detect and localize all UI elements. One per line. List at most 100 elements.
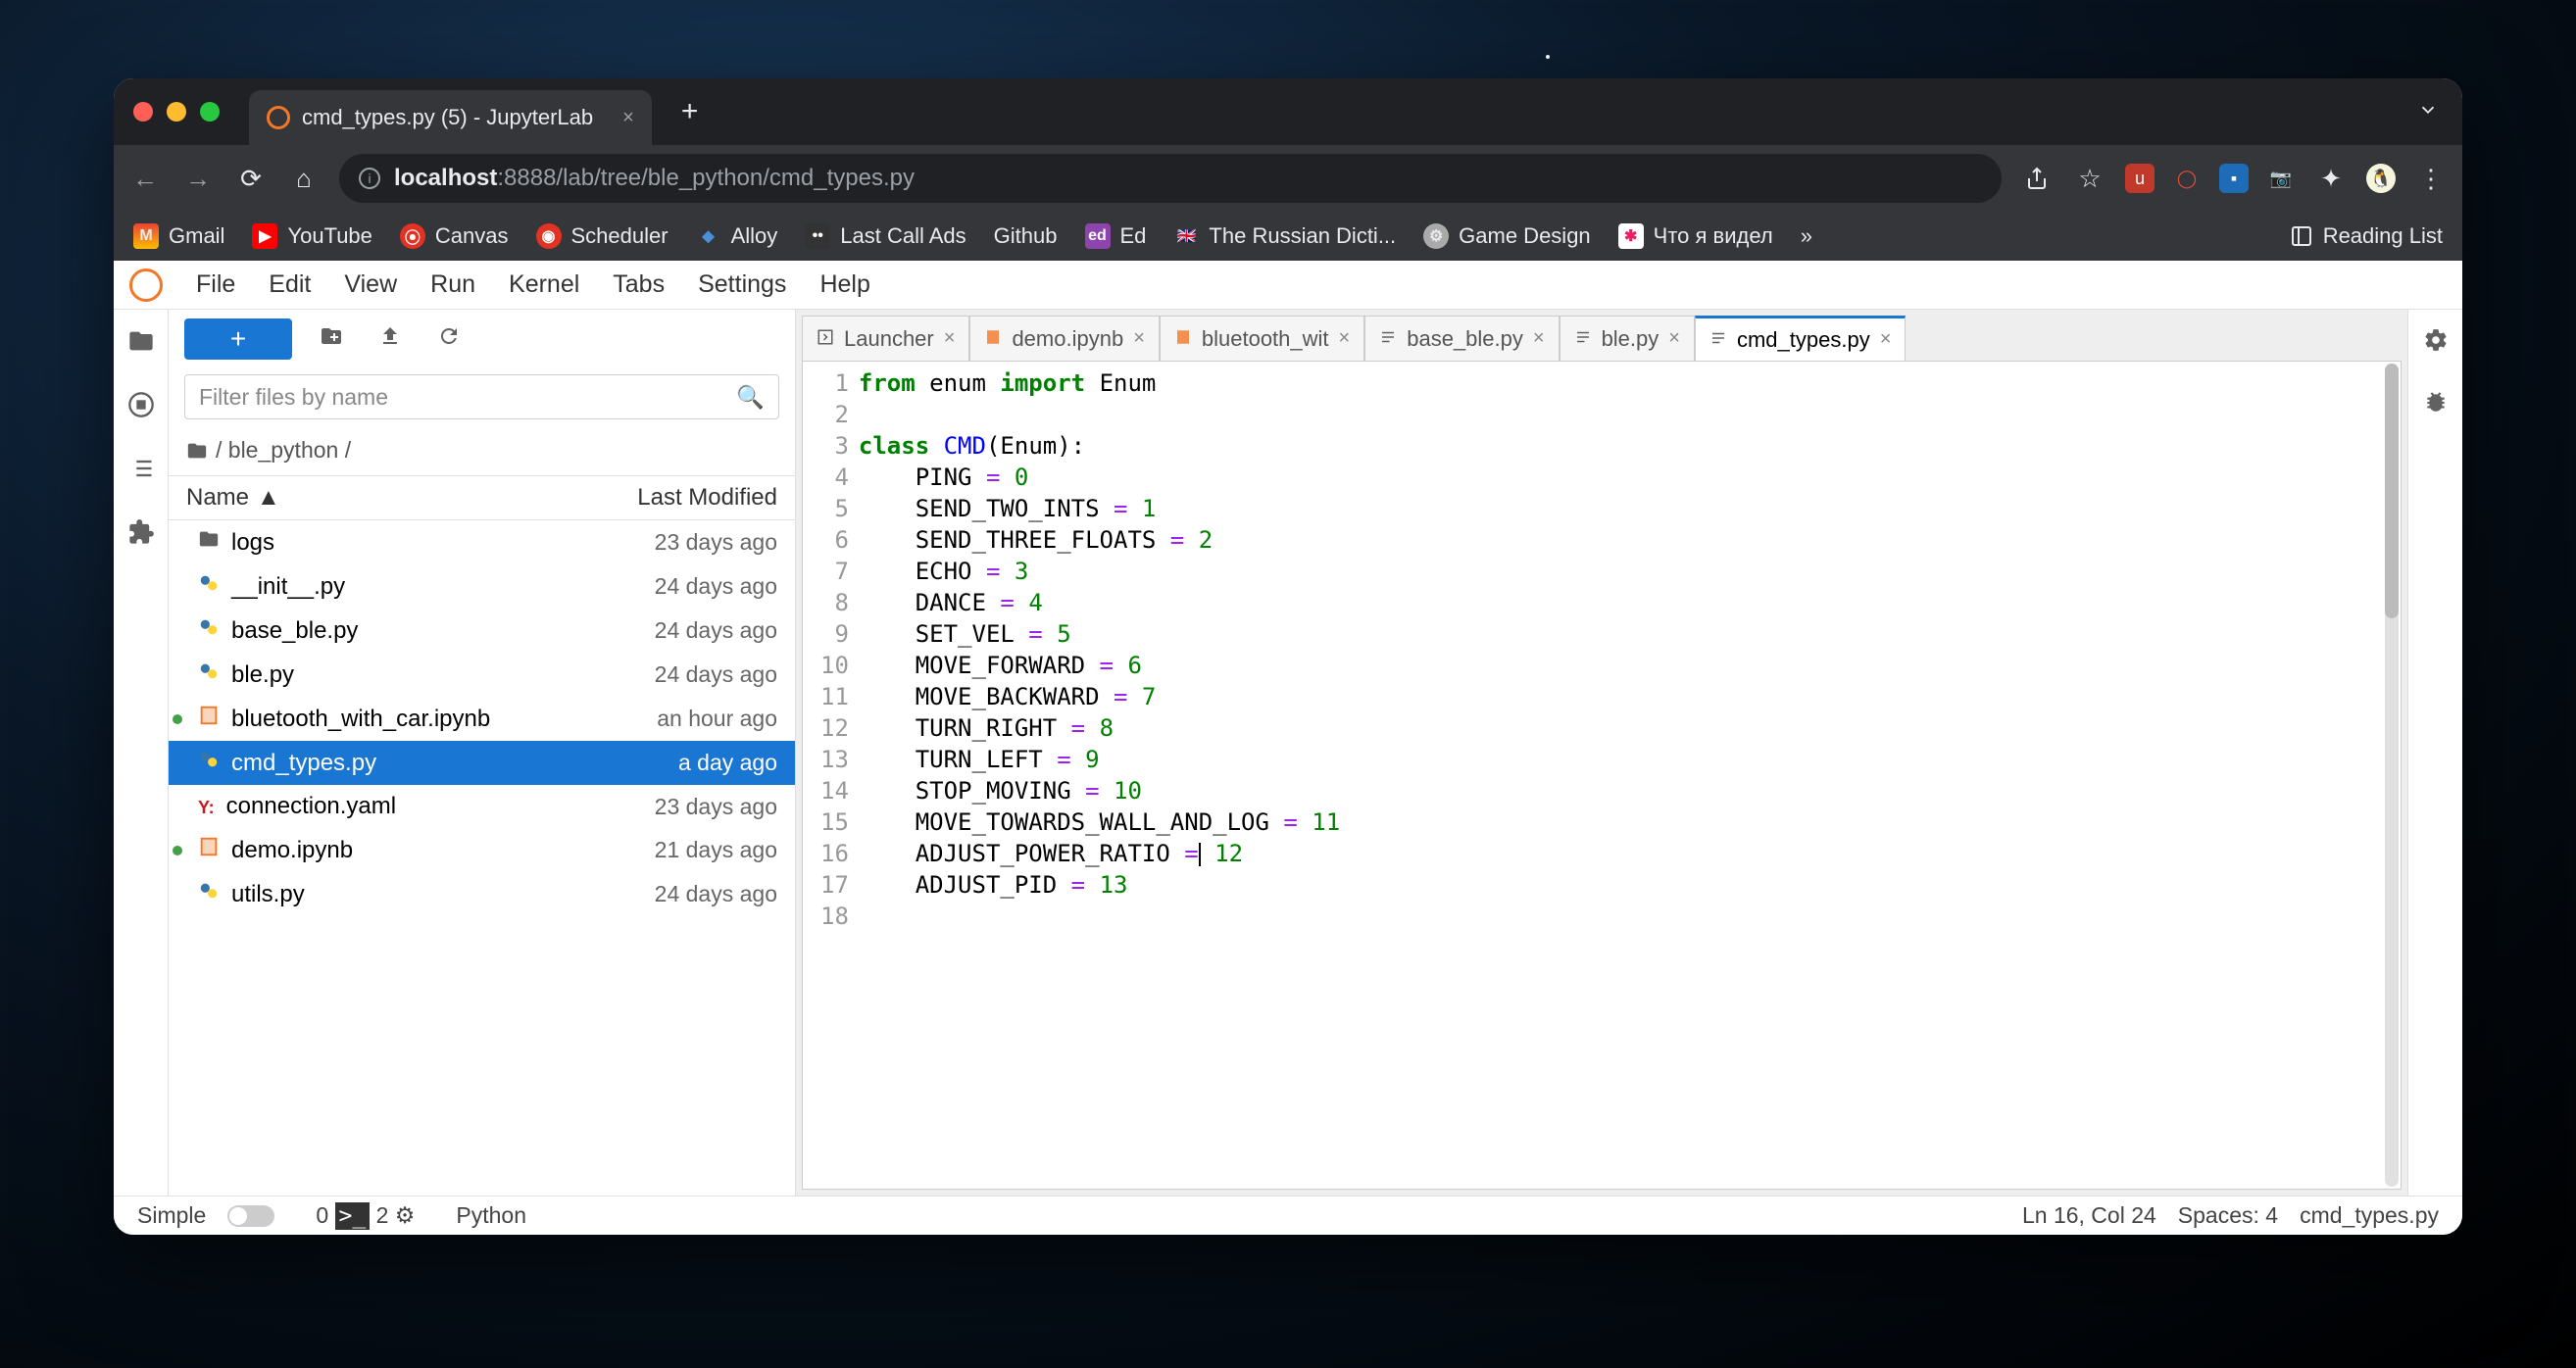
bookmark-gmail[interactable]: MGmail <box>133 223 224 249</box>
scrollbar[interactable] <box>2385 364 2399 1187</box>
menu-kernel[interactable]: Kernel <box>509 270 579 299</box>
toc-icon[interactable] <box>127 455 155 489</box>
bookmark-github[interactable]: Github <box>994 223 1058 249</box>
new-tab-button[interactable]: + <box>668 87 713 136</box>
close-tab-icon[interactable]: × <box>622 107 634 129</box>
editor-tab[interactable]: base_ble.py× <box>1364 316 1559 361</box>
ublock-icon[interactable]: u <box>2125 164 2155 193</box>
file-row[interactable]: base_ble.py24 days ago <box>169 609 795 653</box>
upload-icon[interactable] <box>371 324 410 355</box>
browser-menu-icon[interactable]: ⋮ <box>2413 161 2449 196</box>
col-modified[interactable]: Last Modified <box>637 484 777 512</box>
extensions-icon[interactable]: ✦ <box>2313 161 2349 196</box>
refresh-icon[interactable] <box>429 324 469 355</box>
file-modified: 23 days ago <box>655 529 777 556</box>
close-tab-icon[interactable]: × <box>1533 327 1545 350</box>
bookmark-gamedesign[interactable]: ⚙Game Design <box>1423 223 1591 249</box>
simple-mode-toggle[interactable] <box>227 1205 274 1227</box>
bookmark-russian[interactable]: 🇬🇧The Russian Dicti... <box>1173 223 1396 249</box>
file-row[interactable]: __init__.py24 days ago <box>169 564 795 609</box>
file-row[interactable]: Y:connection.yaml23 days ago <box>169 785 795 828</box>
terminal-count[interactable]: 0 >_ 2 ⚙ <box>316 1202 415 1229</box>
close-tab-icon[interactable]: × <box>1668 327 1680 350</box>
profile-avatar-icon[interactable]: 🐧 <box>2366 164 2396 193</box>
file-row[interactable]: ble.py24 days ago <box>169 653 795 697</box>
back-button[interactable]: ← <box>127 161 163 196</box>
editor-tab[interactable]: ble.py× <box>1560 316 1695 361</box>
menu-tabs[interactable]: Tabs <box>613 270 665 299</box>
file-row[interactable]: utils.py24 days ago <box>169 872 795 916</box>
file-row[interactable]: logs 23 days ago <box>169 520 795 564</box>
home-button[interactable]: ⌂ <box>286 161 322 196</box>
tab-overflow-icon[interactable] <box>2417 99 2439 125</box>
bookmark-star-icon[interactable]: ☆ <box>2072 161 2107 196</box>
share-icon[interactable] <box>2019 161 2055 196</box>
extension-icon-2[interactable]: ▪ <box>2219 164 2249 193</box>
editor-tab[interactable]: demo.ipynb× <box>969 316 1159 361</box>
file-row[interactable]: bluetooth_with_car.ipynban hour ago <box>169 697 795 741</box>
forward-button[interactable]: → <box>180 161 216 196</box>
file-name: logs <box>231 529 274 557</box>
property-inspector-icon[interactable] <box>2423 327 2449 360</box>
kernel-status[interactable]: Python <box>456 1202 526 1229</box>
menu-settings[interactable]: Settings <box>698 270 786 299</box>
file-browser-icon[interactable] <box>127 327 155 362</box>
url-host: localhost <box>394 165 497 191</box>
file-name: utils.py <box>231 881 305 908</box>
close-tab-icon[interactable]: × <box>1339 327 1351 350</box>
bookmark-scheduler[interactable]: ◉Scheduler <box>536 223 669 249</box>
bookmark-alloy[interactable]: ◆Alloy <box>696 223 778 249</box>
browser-tab-active[interactable]: cmd_types.py (5) - JupyterLab × <box>249 90 652 145</box>
new-launcher-button[interactable]: + <box>184 318 292 360</box>
site-info-icon[interactable]: i <box>359 168 380 189</box>
menu-edit[interactable]: Edit <box>269 270 311 299</box>
code-editor[interactable]: 123456789101112131415161718 from enum im… <box>802 361 2402 1190</box>
close-tab-icon[interactable]: × <box>944 327 956 350</box>
indentation-status[interactable]: Spaces: 4 <box>2178 1202 2278 1229</box>
address-bar[interactable]: i localhost:8888/lab/tree/ble_python/cmd… <box>339 154 2002 203</box>
simple-mode-label: Simple <box>137 1202 206 1229</box>
new-folder-icon[interactable] <box>312 324 351 355</box>
file-name: __init__.py <box>231 573 345 601</box>
file-modified: a day ago <box>678 750 777 776</box>
menu-help[interactable]: Help <box>819 270 869 299</box>
bookmark-chto[interactable]: ✱Что я видел <box>1618 223 1773 249</box>
minimize-window-button[interactable] <box>167 102 186 122</box>
camera-icon[interactable]: 📷 <box>2266 164 2296 193</box>
close-tab-icon[interactable]: × <box>1880 328 1892 351</box>
debugger-icon[interactable] <box>2423 389 2449 421</box>
bookmark-ed[interactable]: edEd <box>1085 223 1147 249</box>
editor-tab[interactable]: Launcher× <box>802 316 969 361</box>
menu-view[interactable]: View <box>344 270 397 299</box>
browser-tab-strip: cmd_types.py (5) - JupyterLab × + <box>114 78 2462 145</box>
close-window-button[interactable] <box>133 102 153 122</box>
file-row[interactable]: demo.ipynb21 days ago <box>169 828 795 872</box>
cursor-position[interactable]: Ln 16, Col 24 <box>2022 1202 2156 1229</box>
jupyter-logo-icon[interactable] <box>129 269 163 302</box>
editor-tab[interactable]: cmd_types.py× <box>1695 316 1906 361</box>
bookmark-youtube[interactable]: ▶YouTube <box>252 223 372 249</box>
editor-tab[interactable]: bluetooth_wit× <box>1160 316 1364 361</box>
reload-button[interactable]: ⟳ <box>233 161 269 196</box>
reading-list-button[interactable]: Reading List <box>2290 223 2443 249</box>
bookmark-overflow[interactable]: » <box>1801 223 1812 249</box>
bookmark-lastcall[interactable]: ••Last Call Ads <box>805 223 966 249</box>
scrollbar-thumb[interactable] <box>2385 364 2399 618</box>
extension-icon[interactable]: ◯ <box>2172 164 2202 193</box>
extensions-icon[interactable] <box>127 518 155 553</box>
col-name[interactable]: Name <box>186 484 249 512</box>
close-tab-icon[interactable]: × <box>1133 327 1145 350</box>
running-terminals-icon[interactable] <box>127 391 155 425</box>
file-modified: 24 days ago <box>655 661 777 688</box>
menu-run[interactable]: Run <box>430 270 475 299</box>
maximize-window-button[interactable] <box>200 102 220 122</box>
line-gutter: 123456789101112131415161718 <box>803 362 859 1189</box>
file-modified: an hour ago <box>657 706 777 732</box>
filter-files-input[interactable]: Filter files by name 🔍 <box>184 374 779 419</box>
file-row[interactable]: cmd_types.pya day ago <box>169 741 795 785</box>
file-browser-panel: + Filter files by name 🔍 / ble_python / … <box>169 310 796 1196</box>
menu-file[interactable]: File <box>196 270 235 299</box>
bookmark-canvas[interactable]: ⦿Canvas <box>400 223 509 249</box>
breadcrumb[interactable]: / ble_python / <box>169 425 795 475</box>
tab-icon <box>1379 326 1397 352</box>
